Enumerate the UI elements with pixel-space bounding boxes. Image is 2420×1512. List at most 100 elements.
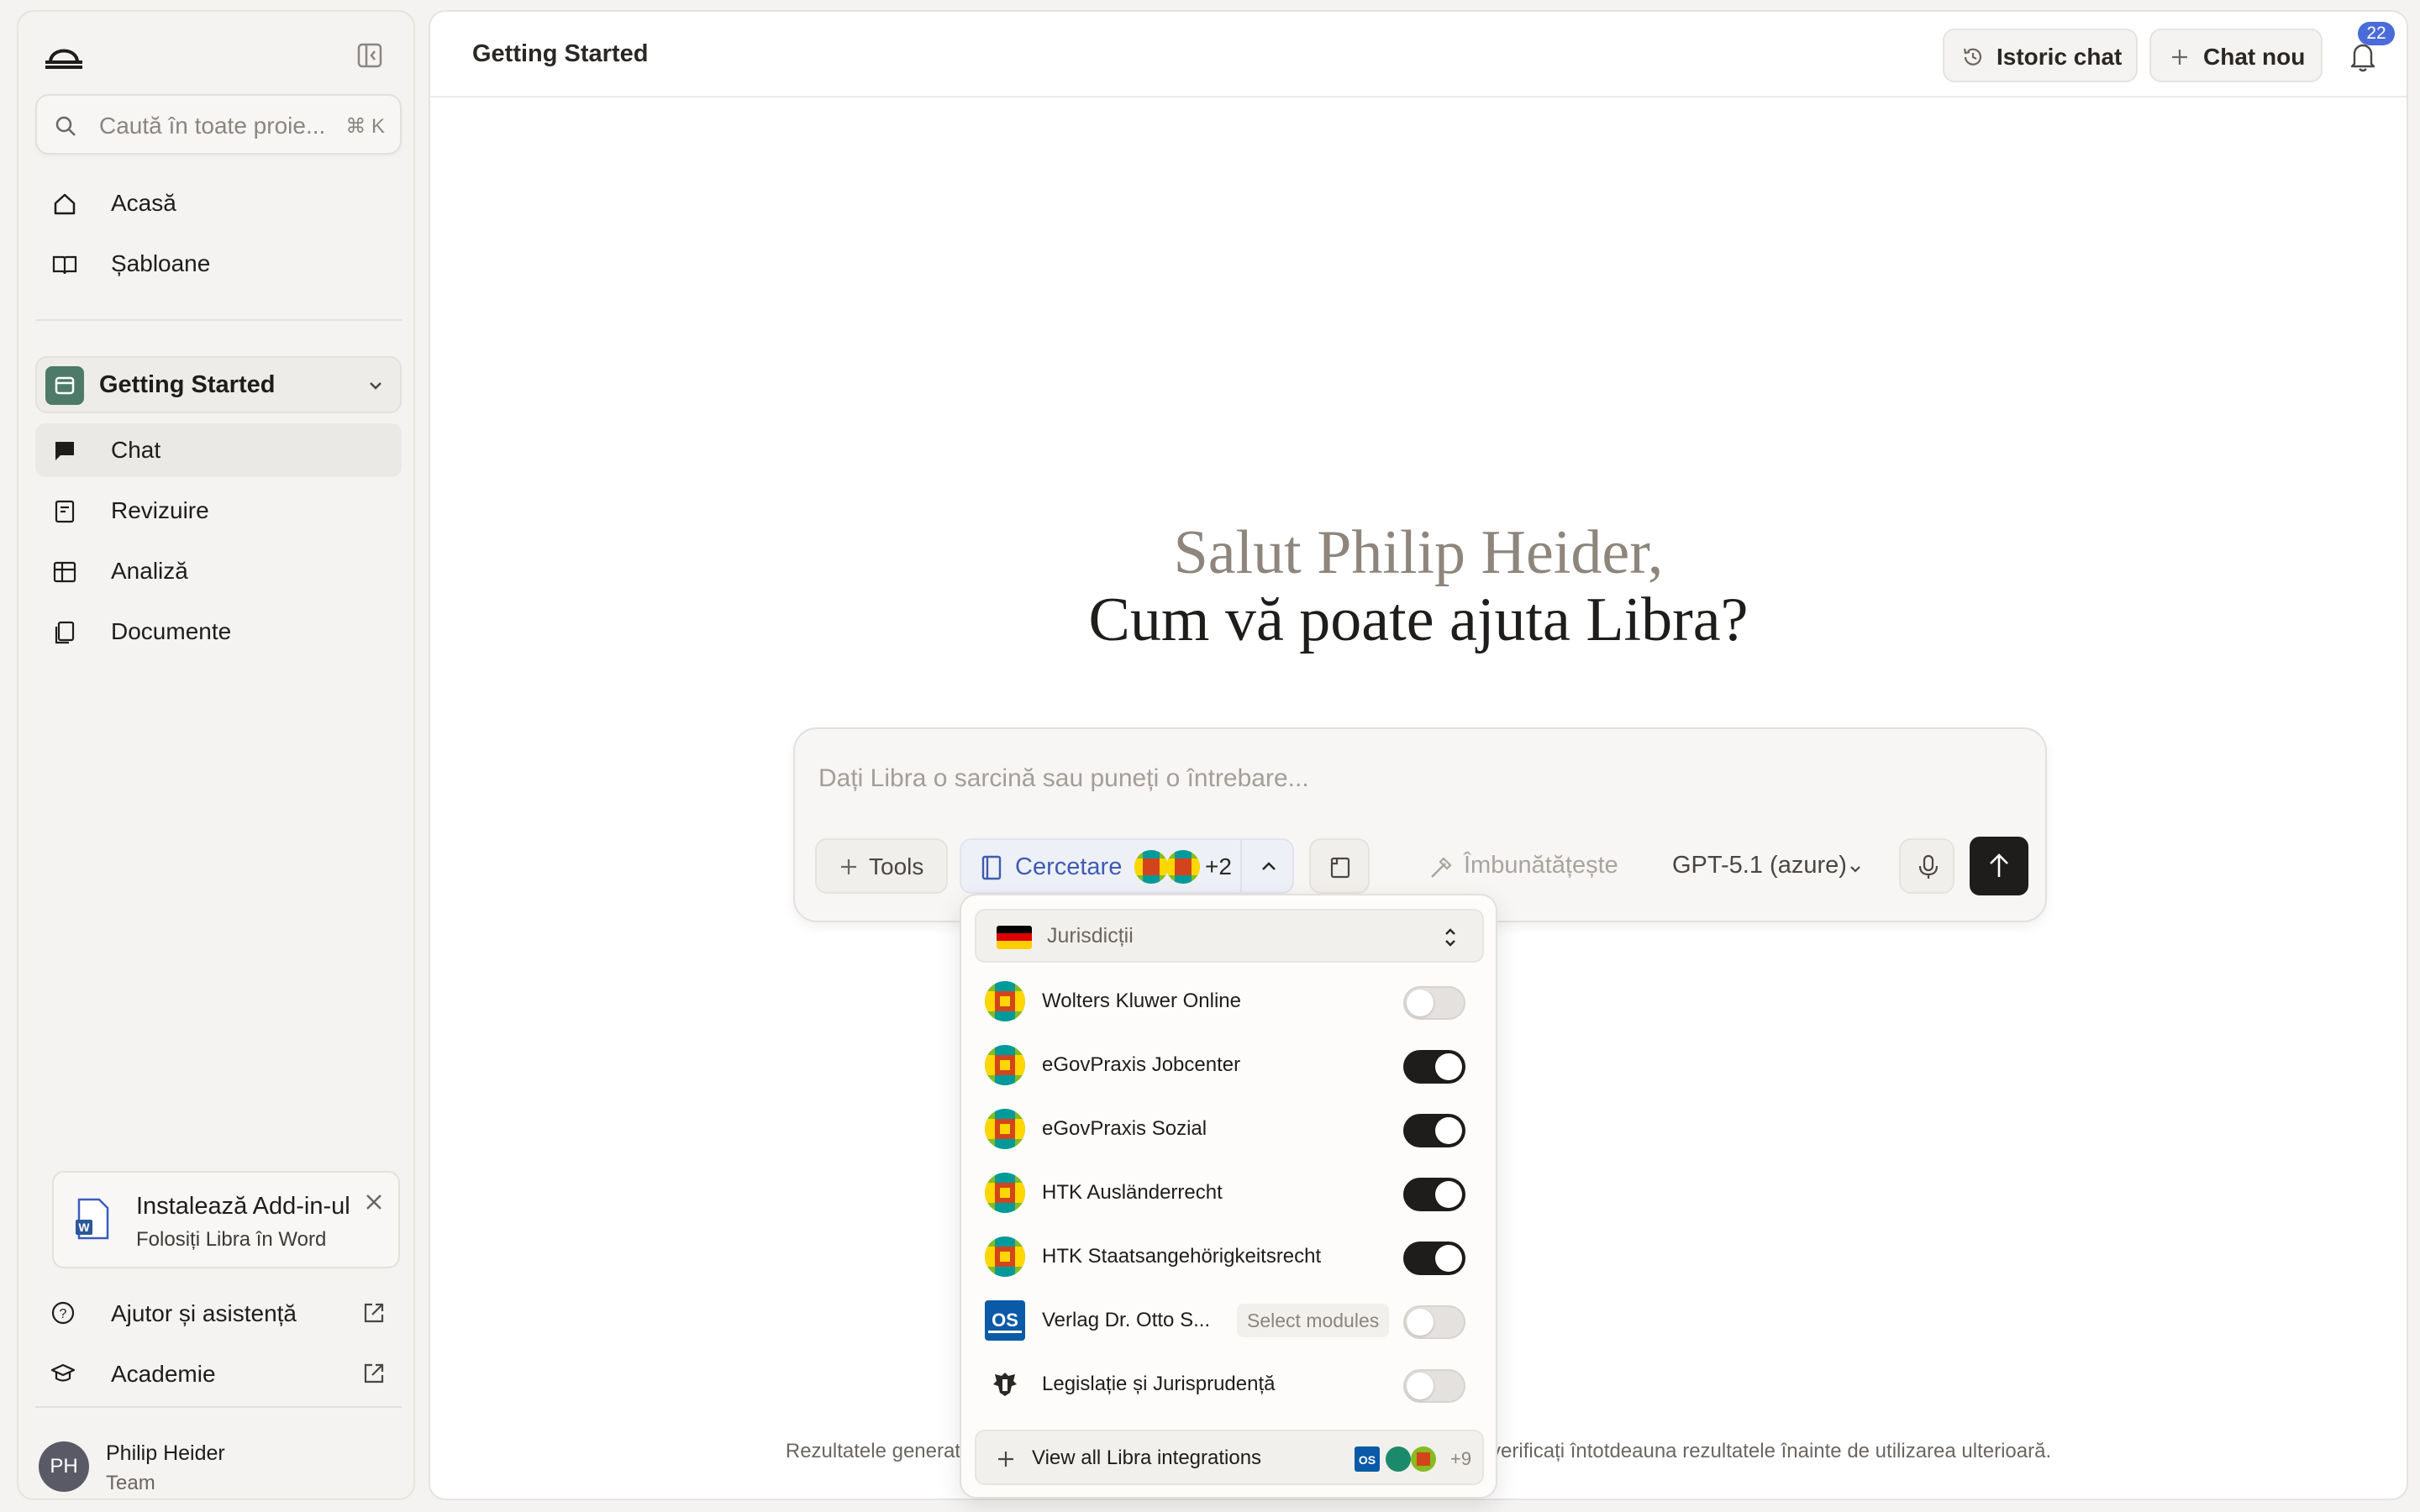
send-button[interactable]	[1970, 837, 2028, 895]
integration-toggle[interactable]	[1403, 1050, 1465, 1084]
help-circle-icon: ?	[51, 1301, 75, 1325]
sidebar-item-review[interactable]: Revizuire	[35, 484, 402, 538]
microphone-icon	[1918, 854, 1939, 879]
svg-text:OS: OS	[992, 1310, 1018, 1331]
user-profile[interactable]: PH Philip Heider Team	[39, 1436, 400, 1497]
sidebar-item-label: Analiză	[111, 558, 188, 584]
research-label: Cercetare	[1015, 853, 1123, 880]
integration-name: Wolters Kluwer Online	[1042, 990, 1241, 1012]
chevron-down-icon	[370, 382, 381, 390]
chat-history-button[interactable]: Istoric chat	[1943, 29, 2138, 82]
sidebar-item-label: Acasă	[111, 190, 176, 216]
germany-flag-icon	[997, 926, 1032, 949]
word-addin-promo[interactable]: W Instalează Add-in-ul Folosiți Libra în…	[52, 1171, 400, 1268]
addin-subtitle: Folosiți Libra în Word	[136, 1228, 327, 1251]
svg-text:W: W	[78, 1221, 90, 1234]
chat-bubble-icon	[55, 442, 74, 460]
sidebar-item-templates[interactable]: Șabloane	[35, 237, 402, 291]
improve-button[interactable]: Îmbunătățește	[1464, 852, 1618, 879]
user-team: Team	[106, 1472, 155, 1494]
integration-name: eGovPraxis Sozial	[1042, 1117, 1207, 1140]
plus-icon	[998, 1452, 1013, 1467]
avatar: PH	[39, 1441, 89, 1492]
integration-row[interactable]: OS Verlag Dr. Otto S... Select modules	[975, 1289, 1484, 1352]
tools-button[interactable]: Tools	[815, 838, 948, 894]
notification-badge: 22	[2358, 22, 2395, 45]
collapse-sidebar-icon[interactable]	[355, 40, 385, 71]
model-selector[interactable]: GPT-5.1 (azure)	[1672, 852, 1847, 879]
graduation-cap-icon	[50, 1363, 76, 1382]
sidebar-item-analysis[interactable]: Analiză	[35, 544, 402, 598]
wolters-kluwer-logo-icon	[985, 1173, 1025, 1213]
integration-row[interactable]: eGovPraxis Sozial	[975, 1097, 1484, 1161]
chevron-up-icon[interactable]	[1259, 857, 1279, 877]
chevron-down-icon	[1850, 866, 1860, 873]
integration-row[interactable]: HTK Ausländerrecht	[975, 1161, 1484, 1225]
select-modules-button[interactable]: Select modules	[1237, 1304, 1390, 1337]
word-icon: W	[76, 1198, 109, 1240]
sidebar-item-documents[interactable]: Documente	[35, 605, 402, 659]
integration-toggle[interactable]	[1403, 1305, 1465, 1339]
search-shortcut: ⌘ K	[345, 115, 385, 138]
sidebar-item-label: Chat	[111, 437, 161, 463]
sidebar-item-label: Șabloane	[111, 250, 211, 276]
integration-name: HTK Staatsangehörigkeitsrecht	[1042, 1245, 1322, 1268]
search-placeholder: Caută în toate proie...	[99, 113, 326, 139]
table-grid-icon	[53, 561, 76, 583]
page-title: Getting Started	[472, 40, 649, 67]
greeting-line-2: Cum vă poate ajuta Libra?	[1088, 585, 1749, 654]
svg-text:OS: OS	[1359, 1453, 1376, 1467]
integration-toggle[interactable]	[1403, 1114, 1465, 1147]
integration-row[interactable]: eGovPraxis Jobcenter	[975, 1033, 1484, 1097]
arrow-up-icon	[1990, 853, 2008, 877]
sidebar-divider	[35, 1406, 402, 1408]
integration-toggle[interactable]	[1403, 1369, 1465, 1403]
help-link[interactable]: ? Ajutor și asistență	[35, 1287, 402, 1341]
wolters-kluwer-logo-icon	[985, 1236, 1025, 1277]
integration-name: eGovPraxis Jobcenter	[1042, 1053, 1241, 1076]
search-input[interactable]: Caută în toate proie... ⌘ K	[35, 94, 402, 155]
close-icon[interactable]	[361, 1189, 387, 1215]
top-bar: Getting Started Istoric chat Chat nou 22	[430, 12, 2407, 97]
integration-row[interactable]: Legislație și Jurisprudență	[975, 1352, 1484, 1416]
integration-name: HTK Ausländerrecht	[1042, 1181, 1223, 1204]
chat-input[interactable]: Dați Libra o sarcină sau puneți o întreb…	[818, 764, 1309, 793]
jurisdiction-select[interactable]: Jurisdicții	[975, 909, 1484, 963]
wolters-kluwer-logo-icon	[985, 1045, 1025, 1085]
research-separator	[1240, 840, 1242, 892]
integration-toggle[interactable]	[1403, 986, 1465, 1020]
new-chat-button[interactable]: Chat nou	[2149, 29, 2323, 82]
research-button[interactable]: Cercetare +2	[960, 838, 1294, 894]
user-name: Philip Heider	[106, 1441, 225, 1465]
documents-icon	[55, 621, 75, 644]
sidebar-divider	[35, 319, 402, 321]
sidebar-item-chat[interactable]: Chat	[35, 423, 402, 477]
book-open-icon	[52, 255, 77, 275]
new-chat-label: Chat nou	[2203, 44, 2306, 70]
chat-history-label: Istoric chat	[1996, 44, 2123, 70]
integration-toggle[interactable]	[1403, 1178, 1465, 1211]
research-sources-dropdown: Jurisdicții Wolters Kluwer Online eGovPr…	[960, 894, 1497, 1499]
external-link-icon	[364, 1363, 384, 1383]
view-all-label: View all Libra integrations	[1032, 1446, 1262, 1469]
integration-name: Legislație și Jurisprudență	[1042, 1373, 1276, 1395]
greeting-line-1: Salut Philip Heider,	[1173, 518, 1664, 587]
history-icon	[1963, 48, 1982, 66]
microphone-button[interactable]	[1899, 838, 1954, 894]
integration-row[interactable]: HTK Staatsangehörigkeitsrecht	[975, 1225, 1484, 1289]
academy-link[interactable]: Academie	[35, 1347, 402, 1401]
attach-document-button[interactable]	[1309, 838, 1370, 894]
wolters-kluwer-logo-icon	[1134, 850, 1168, 884]
otto-schmidt-logo-icon: OS	[985, 1300, 1025, 1341]
integration-toggle[interactable]	[1403, 1242, 1465, 1275]
academy-label: Academie	[111, 1361, 216, 1387]
libra-logo-icon[interactable]	[42, 37, 86, 71]
document-icon	[1330, 857, 1350, 879]
plus-icon	[841, 859, 856, 874]
project-name: Getting Started	[99, 371, 276, 398]
project-selector[interactable]: Getting Started	[35, 356, 402, 413]
sidebar-item-home[interactable]: Acasă	[35, 176, 402, 230]
help-label: Ajutor și asistență	[111, 1300, 297, 1326]
view-all-integrations-button[interactable]: View all Libra integrations OS +9	[975, 1430, 1484, 1485]
integration-row[interactable]: Wolters Kluwer Online	[975, 969, 1484, 1033]
